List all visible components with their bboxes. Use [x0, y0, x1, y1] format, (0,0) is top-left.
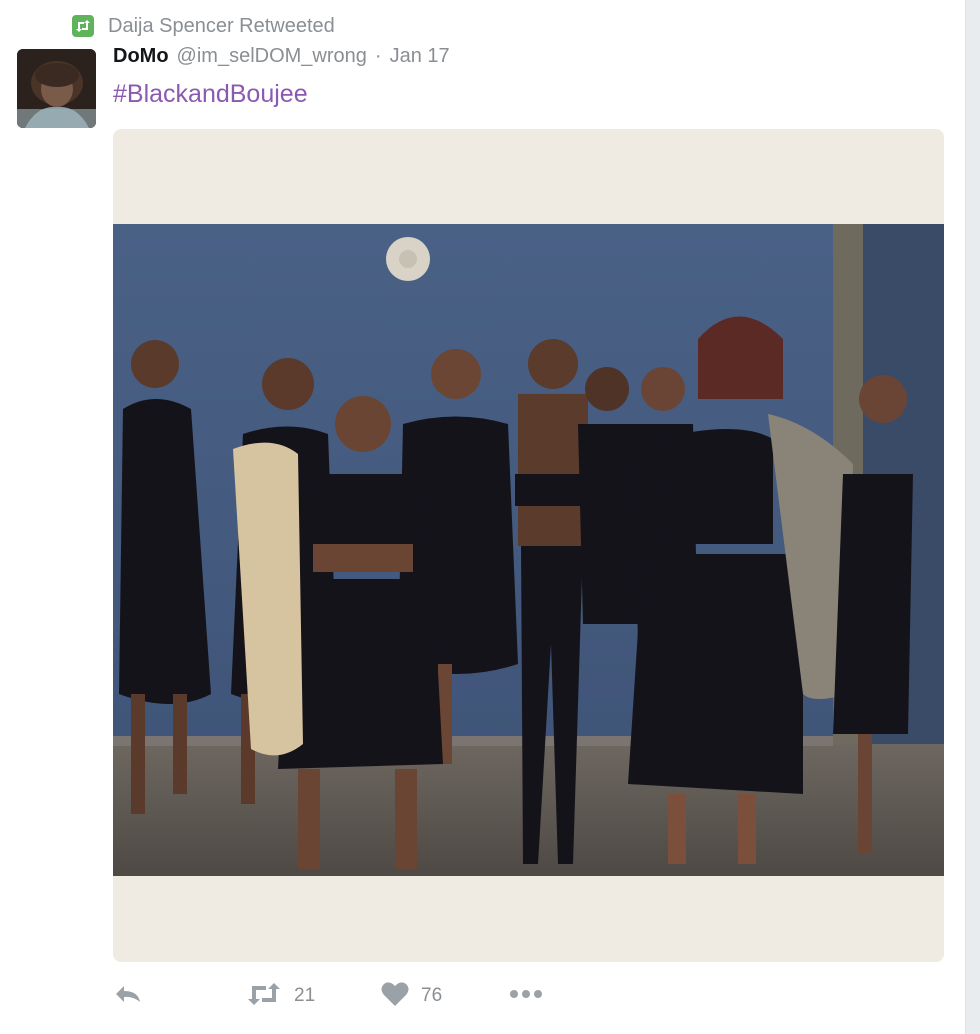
retweet-icon — [246, 982, 282, 1011]
like-button[interactable]: 76 — [381, 981, 442, 1012]
tweet-actions: 21 76 — [113, 978, 542, 1014]
tweet-media[interactable] — [113, 129, 944, 962]
group-photo[interactable] — [113, 224, 944, 876]
more-icon — [509, 987, 543, 1005]
page-scrollbar[interactable] — [965, 0, 980, 1034]
retweet-context-text[interactable]: Daija Spencer Retweeted — [108, 15, 335, 38]
retweet-button[interactable]: 21 — [246, 982, 315, 1011]
retweet-count: 21 — [294, 985, 316, 1006]
user-avatar[interactable] — [17, 49, 96, 128]
tweet-text-hashtag[interactable]: #BlackandBoujee — [113, 80, 308, 109]
tweet-date[interactable]: Jan 17 — [390, 45, 450, 68]
tweet-header: DoMo @im_selDOM_wrong · Jan 17 — [113, 45, 450, 77]
retweet-context: Daija Spencer Retweeted — [72, 12, 335, 40]
reply-button[interactable] — [113, 982, 143, 1011]
author-name[interactable]: DoMo — [113, 45, 169, 68]
retweet-icon — [72, 15, 94, 37]
author-handle[interactable]: @im_selDOM_wrong — [177, 45, 367, 68]
reply-icon — [113, 982, 143, 1011]
heart-icon — [381, 981, 409, 1012]
like-count: 76 — [421, 985, 443, 1006]
more-button[interactable] — [509, 987, 543, 1005]
separator-dot: · — [374, 45, 382, 67]
